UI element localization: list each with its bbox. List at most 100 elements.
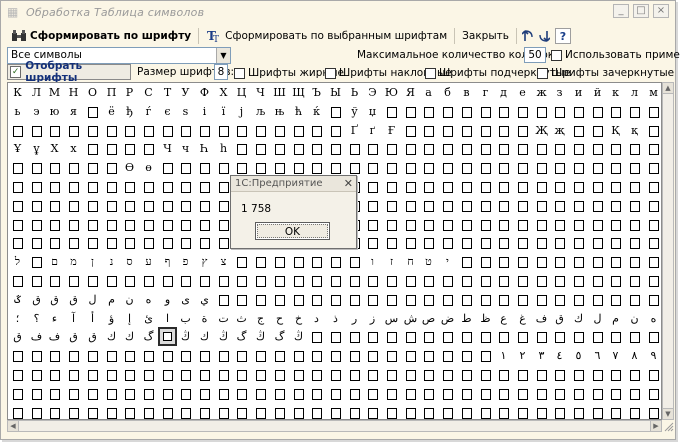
- symbol-cell[interactable]: ذ: [326, 309, 345, 328]
- symbol-cell[interactable]: љ: [251, 102, 270, 121]
- strike-checkbox[interactable]: Шрифты зачеркнутые: [537, 67, 674, 79]
- symbol-cell[interactable]: [307, 252, 326, 271]
- symbol-cell[interactable]: [382, 139, 401, 158]
- symbol-cell[interactable]: غ: [513, 309, 532, 328]
- symbol-cell[interactable]: Ч: [158, 139, 177, 158]
- symbol-cell[interactable]: ل: [83, 290, 102, 309]
- symbol-cell[interactable]: [45, 271, 64, 290]
- symbol-cell[interactable]: [457, 327, 476, 346]
- symbol-cell[interactable]: [588, 102, 607, 121]
- symbol-cell[interactable]: д: [494, 83, 513, 102]
- symbol-cell[interactable]: [588, 403, 607, 419]
- symbol-cell[interactable]: [588, 121, 607, 140]
- symbol-cell[interactable]: [176, 271, 195, 290]
- symbol-cell[interactable]: [120, 384, 139, 403]
- symbol-cell[interactable]: [64, 215, 83, 234]
- symbol-cell[interactable]: [438, 346, 457, 365]
- symbol-cell[interactable]: [139, 403, 158, 419]
- symbol-cell[interactable]: ء: [45, 309, 64, 328]
- symbol-cell[interactable]: [438, 215, 457, 234]
- symbol-cell[interactable]: [270, 252, 289, 271]
- symbol-cell[interactable]: [457, 384, 476, 403]
- symbol-cell[interactable]: ґ: [363, 121, 382, 140]
- symbol-cell[interactable]: ه: [644, 309, 661, 328]
- symbol-cell[interactable]: [307, 290, 326, 309]
- symbol-cell[interactable]: ٩: [644, 346, 661, 365]
- symbol-cell[interactable]: ұ: [27, 139, 46, 158]
- symbol-cell[interactable]: [532, 177, 551, 196]
- symbol-cell[interactable]: [27, 215, 46, 234]
- symbol-cell[interactable]: [289, 252, 308, 271]
- symbol-cell[interactable]: [606, 233, 625, 252]
- symbol-cell[interactable]: ظ: [476, 309, 495, 328]
- symbol-cell[interactable]: х: [64, 139, 83, 158]
- symbol-cell[interactable]: [606, 271, 625, 290]
- symbol-cell[interactable]: [419, 158, 438, 177]
- symbol-cell[interactable]: [27, 121, 46, 140]
- symbol-cell[interactable]: [476, 403, 495, 419]
- symbol-cell[interactable]: [476, 290, 495, 309]
- symbol-cell[interactable]: [251, 139, 270, 158]
- symbol-cell[interactable]: [158, 177, 177, 196]
- symbol-cell[interactable]: л: [625, 83, 644, 102]
- symbol-cell[interactable]: [102, 403, 121, 419]
- symbol-cell[interactable]: [27, 403, 46, 419]
- symbol-cell[interactable]: ن: [625, 309, 644, 328]
- symbol-cell[interactable]: [345, 384, 364, 403]
- symbol-cell[interactable]: [232, 290, 251, 309]
- symbol-cell[interactable]: [64, 271, 83, 290]
- symbol-cell[interactable]: [532, 102, 551, 121]
- symbol-cell[interactable]: מ: [64, 252, 83, 271]
- symbol-cell[interactable]: [102, 271, 121, 290]
- symbol-cell[interactable]: [457, 177, 476, 196]
- symbol-cell[interactable]: [513, 177, 532, 196]
- symbol-cell[interactable]: [438, 102, 457, 121]
- symbol-cell[interactable]: [494, 177, 513, 196]
- symbol-cell[interactable]: Х: [214, 83, 233, 102]
- symbol-cell[interactable]: [27, 158, 46, 177]
- symbol-cell[interactable]: Ы: [326, 83, 345, 102]
- symbol-cell[interactable]: ڭ: [289, 327, 308, 346]
- symbol-cell[interactable]: і: [195, 102, 214, 121]
- symbol-cell[interactable]: [644, 121, 661, 140]
- symbol-cell[interactable]: г: [476, 83, 495, 102]
- symbol-cell[interactable]: [83, 403, 102, 419]
- symbol-cell[interactable]: [270, 121, 289, 140]
- symbol-cell[interactable]: ڭ: [214, 327, 233, 346]
- symbol-cell[interactable]: [363, 327, 382, 346]
- symbol-cell[interactable]: [625, 327, 644, 346]
- symbol-cell[interactable]: [326, 384, 345, 403]
- symbol-cell[interactable]: Н: [64, 83, 83, 102]
- symbol-cell[interactable]: [532, 139, 551, 158]
- symbol-cell[interactable]: [494, 327, 513, 346]
- symbol-cell[interactable]: [289, 290, 308, 309]
- symbol-cell[interactable]: к: [606, 83, 625, 102]
- symbol-cell[interactable]: [251, 384, 270, 403]
- symbol-cell[interactable]: [457, 196, 476, 215]
- symbol-cell[interactable]: [64, 384, 83, 403]
- symbol-cell[interactable]: [195, 365, 214, 384]
- symbol-cell[interactable]: [8, 365, 27, 384]
- symbol-cell[interactable]: [232, 271, 251, 290]
- symbol-cell[interactable]: [382, 271, 401, 290]
- symbol-cell[interactable]: [326, 290, 345, 309]
- symbol-cell[interactable]: [102, 365, 121, 384]
- symbol-cell[interactable]: ح: [270, 309, 289, 328]
- symbol-cell[interactable]: [8, 384, 27, 403]
- generate-by-font-button[interactable]: Сформировать по шрифту: [7, 26, 195, 46]
- symbol-cell[interactable]: [457, 215, 476, 234]
- symbol-cell[interactable]: [644, 215, 661, 234]
- symbol-cell[interactable]: [251, 290, 270, 309]
- symbol-cell[interactable]: [195, 271, 214, 290]
- symbol-cell[interactable]: Л: [27, 83, 46, 102]
- chevron-down-icon[interactable]: ▼: [216, 48, 230, 63]
- symbol-cell[interactable]: Т: [158, 83, 177, 102]
- symbol-cell[interactable]: ف: [45, 327, 64, 346]
- symbol-cell[interactable]: ע: [139, 252, 158, 271]
- symbol-cell[interactable]: [270, 365, 289, 384]
- symbol-cell[interactable]: [363, 139, 382, 158]
- symbol-cell[interactable]: [588, 177, 607, 196]
- symbol-cell[interactable]: ڭ: [251, 327, 270, 346]
- symbol-cell[interactable]: [644, 139, 661, 158]
- symbol-cell[interactable]: [532, 215, 551, 234]
